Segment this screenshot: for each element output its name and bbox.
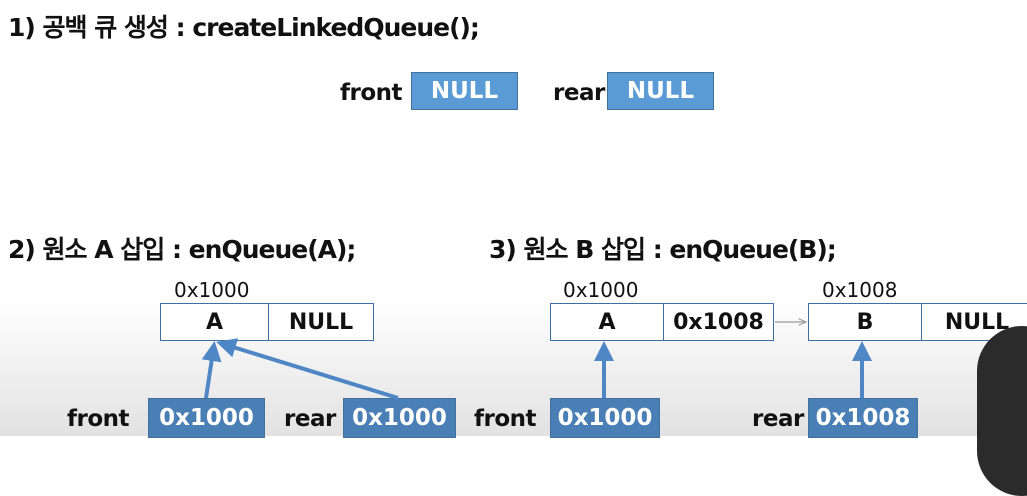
presenter-silhouette [977, 326, 1027, 496]
pointer-arrows [201, 0, 872, 400]
section2-rear-arrow [216, 338, 399, 400]
section2-front-arrow [201, 341, 222, 399]
